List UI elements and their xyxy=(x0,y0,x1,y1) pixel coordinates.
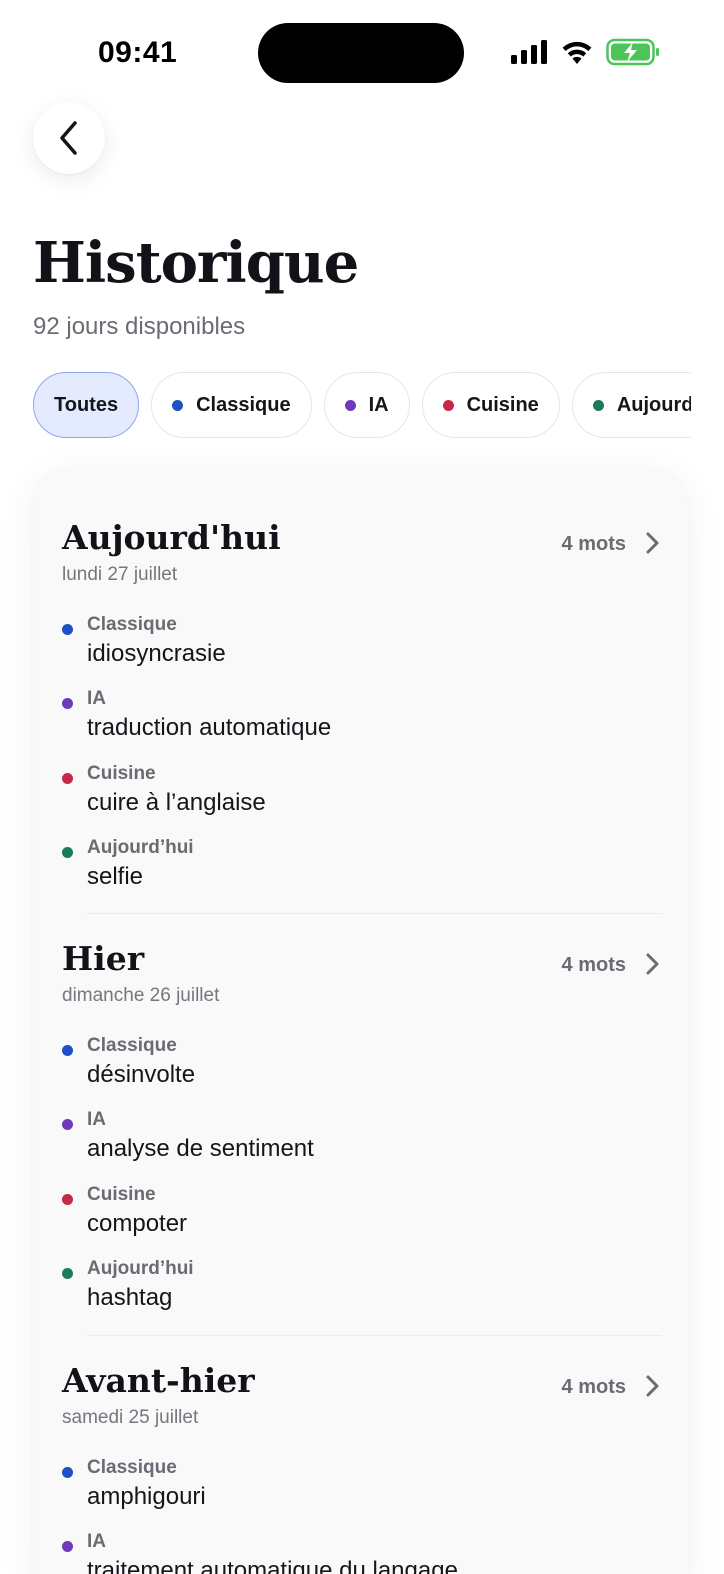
entry-word: traduction automatique xyxy=(87,714,332,742)
category-dot xyxy=(62,772,73,784)
divider xyxy=(87,913,662,914)
list-item[interactable]: IA analyse de sentiment xyxy=(62,1104,652,1178)
filter-chip-label: Aujourd’ xyxy=(616,393,691,416)
chevron-left-icon xyxy=(60,121,77,155)
filter-chip-cuisine[interactable]: Cuisine xyxy=(421,372,560,438)
category-dot xyxy=(62,698,73,710)
category-dot xyxy=(62,1267,73,1279)
day-date: samedi 25 juillet xyxy=(62,1407,199,1428)
entry-word: hashtag xyxy=(87,1283,173,1311)
category-dot xyxy=(62,1119,73,1131)
day-date: dimanche 26 juillet xyxy=(62,985,220,1006)
category-dot xyxy=(62,846,73,858)
category-dot xyxy=(442,399,454,411)
entry-word: cuire à l’anglaise xyxy=(87,788,266,816)
back-button[interactable] xyxy=(33,102,105,174)
entry-category: Cuisine xyxy=(87,762,156,784)
category-dot xyxy=(62,1541,73,1553)
filter-chip-aujourdhui[interactable]: Aujourd’ xyxy=(571,372,691,438)
list-item[interactable]: Cuisine compoter xyxy=(62,1179,652,1253)
category-dot xyxy=(62,1467,73,1478)
filter-chip-label: Classique xyxy=(196,393,291,416)
entry-word: amphigouri xyxy=(87,1483,206,1510)
day-title: Hier xyxy=(62,939,145,978)
entry-category: IA xyxy=(87,688,106,710)
category-dot xyxy=(592,399,604,411)
filter-chips: Toutes Classique IA Cuisine Aujourd’ xyxy=(33,372,691,438)
status-icons xyxy=(510,36,660,68)
entry-word: compoter xyxy=(87,1209,188,1237)
chevron-right-icon xyxy=(646,532,659,554)
chevron-right-icon xyxy=(646,1375,659,1397)
entry-category: IA xyxy=(87,1531,106,1553)
day-title: Avant-hier xyxy=(62,1361,255,1400)
entry-word: idiosyncrasie xyxy=(87,640,226,667)
entry-word: traitement automatique du langage xyxy=(87,1557,458,1574)
chevron-right-icon xyxy=(646,953,659,975)
battery-charging-icon xyxy=(606,38,659,66)
entry-category: Aujourd’hui xyxy=(87,836,194,858)
list-item[interactable]: IA traduction automatique xyxy=(62,683,652,757)
list-item[interactable]: Aujourd’hui selfie xyxy=(62,832,652,906)
filter-chip-label: Toutes xyxy=(54,393,119,416)
entry-word: selfie xyxy=(87,862,144,890)
category-dot xyxy=(172,399,184,411)
cellular-signal-icon xyxy=(511,40,547,64)
filter-chip-classique[interactable]: Classique xyxy=(151,372,312,438)
divider xyxy=(87,1335,662,1336)
list-item[interactable]: Classique désinvolte xyxy=(62,1030,652,1104)
dynamic-island xyxy=(258,23,464,83)
entry-category: Cuisine xyxy=(87,1183,156,1205)
page-subtitle: 92 jours disponibles xyxy=(33,313,246,340)
status-bar: 09:41 xyxy=(0,0,724,100)
filter-chip-label: Cuisine xyxy=(466,393,539,416)
list-item[interactable]: Classique amphigouri xyxy=(62,1452,652,1526)
status-time: 09:41 xyxy=(98,36,178,69)
entry-category: Classique xyxy=(87,1035,177,1056)
category-dot xyxy=(62,624,73,635)
filter-chip-label: IA xyxy=(368,393,389,416)
wifi-icon xyxy=(562,41,592,64)
entry-category: Aujourd’hui xyxy=(87,1257,194,1279)
entry-category: Classique xyxy=(87,614,177,635)
day-date: lundi 27 juillet xyxy=(62,564,178,585)
page-title: Historique xyxy=(33,230,359,296)
list-item[interactable]: Cuisine cuire à l’anglaise xyxy=(62,758,652,832)
filter-chip-ia[interactable]: IA xyxy=(323,372,410,438)
category-dot xyxy=(62,1193,73,1205)
history-card: Aujourd'hui 4 mots lundi 27 juillet Clas… xyxy=(33,467,688,1574)
filter-chip-toutes[interactable]: Toutes xyxy=(33,372,140,438)
list-item[interactable]: IA traitement automatique du langage xyxy=(62,1526,652,1574)
day-title: Aujourd'hui xyxy=(62,518,281,557)
word-count: 4 mots xyxy=(561,1376,626,1398)
category-dot xyxy=(344,399,356,411)
entry-word: analyse de sentiment xyxy=(87,1135,314,1163)
word-count: 4 mots xyxy=(561,533,626,555)
list-item[interactable]: Classique idiosyncrasie xyxy=(62,609,652,683)
category-dot xyxy=(62,1045,73,1056)
entry-word: désinvolte xyxy=(87,1061,196,1088)
entry-category: IA xyxy=(87,1109,106,1131)
list-item[interactable]: Aujourd’hui hashtag xyxy=(62,1253,652,1327)
word-count: 4 mots xyxy=(561,954,626,976)
entry-category: Classique xyxy=(87,1457,177,1478)
